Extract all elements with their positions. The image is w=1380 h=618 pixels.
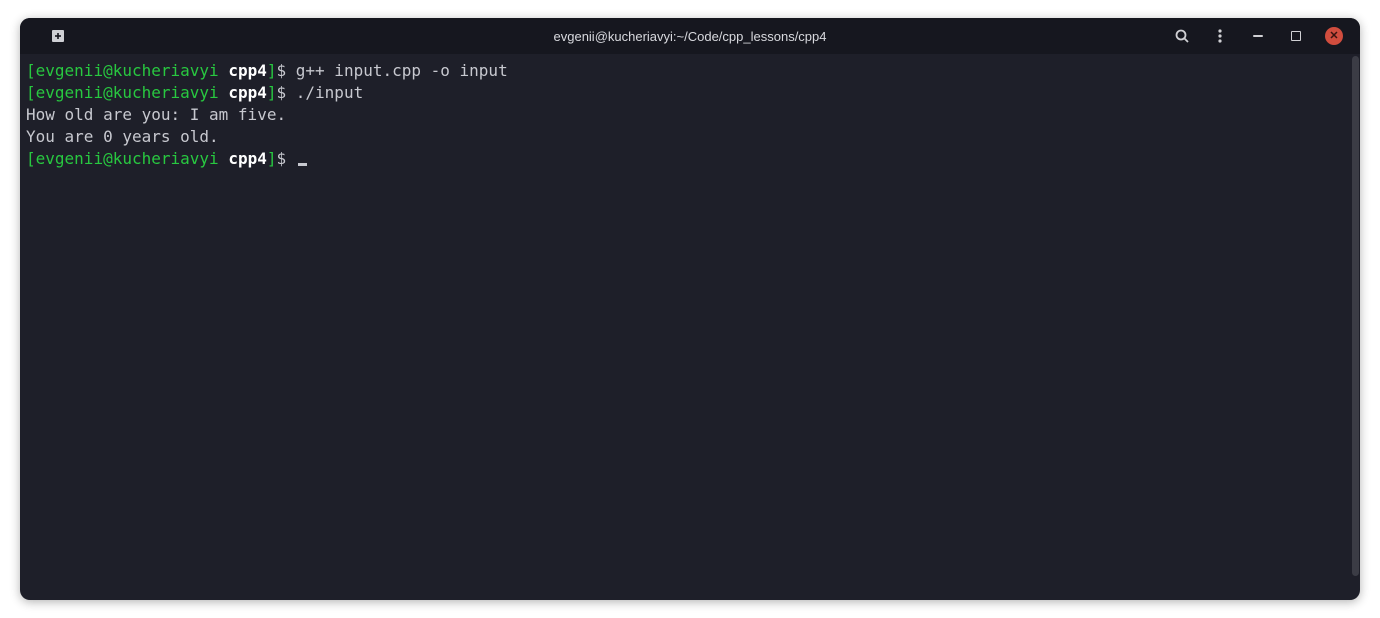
output-text: You are 0 years old. <box>26 127 219 146</box>
cursor <box>298 163 307 166</box>
prompt-line: [evgenii@kucheriavyi cpp4]$ <box>26 148 1344 170</box>
output-line: You are 0 years old. <box>26 126 1344 148</box>
prompt-line: [evgenii@kucheriavyi cpp4]$ g++ input.cp… <box>26 60 1344 82</box>
command-text: ./input <box>286 83 363 102</box>
search-button[interactable] <box>1172 26 1192 46</box>
prompt-line: [evgenii@kucheriavyi cpp4]$ ./input <box>26 82 1344 104</box>
command-text: g++ input.cpp -o input <box>286 61 508 80</box>
window-title: evgenii@kucheriavyi:~/Code/cpp_lessons/c… <box>20 29 1360 44</box>
close-icon: ✕ <box>1325 27 1343 45</box>
output-line: How old are you: I am five. <box>26 104 1344 126</box>
output-text: How old are you: I am five. <box>26 105 286 124</box>
titlebar-left <box>28 24 188 48</box>
new-tab-button[interactable] <box>46 24 70 48</box>
terminal-area: [evgenii@kucheriavyi cpp4]$ g++ input.cp… <box>20 54 1360 600</box>
titlebar: evgenii@kucheriavyi:~/Code/cpp_lessons/c… <box>20 18 1360 54</box>
scrollbar[interactable] <box>1350 54 1360 600</box>
kebab-menu-icon <box>1212 28 1228 44</box>
scrollbar-thumb[interactable] <box>1352 56 1359 576</box>
maximize-button[interactable] <box>1286 26 1306 46</box>
terminal-window: evgenii@kucheriavyi:~/Code/cpp_lessons/c… <box>20 18 1360 600</box>
terminal-body[interactable]: [evgenii@kucheriavyi cpp4]$ g++ input.cp… <box>20 54 1350 600</box>
menu-button[interactable] <box>1210 26 1230 46</box>
command-text <box>286 149 296 168</box>
maximize-icon <box>1291 31 1301 41</box>
titlebar-right: ✕ <box>1172 26 1352 46</box>
search-icon <box>1174 28 1190 44</box>
new-tab-icon <box>50 28 66 44</box>
minimize-button[interactable] <box>1248 26 1268 46</box>
minimize-icon <box>1253 35 1263 37</box>
close-button[interactable]: ✕ <box>1324 26 1344 46</box>
